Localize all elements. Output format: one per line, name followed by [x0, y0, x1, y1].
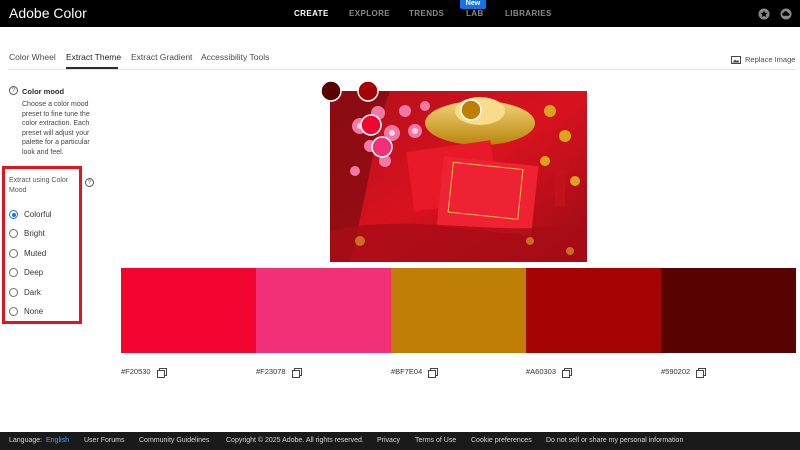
swatch-4[interactable]	[526, 268, 661, 353]
tab-extract-theme[interactable]: Extract Theme	[66, 52, 121, 62]
radio-dark[interactable]	[9, 288, 18, 297]
radio-none[interactable]	[9, 307, 18, 316]
tab-color-wheel[interactable]: Color Wheel	[9, 52, 56, 62]
color-mood-description: Choose a color mood preset to fine tune …	[22, 101, 90, 156]
copy-icon[interactable]	[291, 367, 302, 378]
radio-deep[interactable]	[9, 268, 18, 277]
picker-red[interactable]	[360, 114, 382, 136]
mood-option-colorful[interactable]: Colorful	[9, 210, 52, 219]
extract-mood-help-icon[interactable]: ?	[85, 178, 94, 187]
replace-image-label: Replace Image	[745, 55, 796, 64]
copy-icon[interactable]	[696, 367, 707, 378]
nav-libraries[interactable]: LIBRARIES	[505, 9, 552, 18]
swatch-3[interactable]	[391, 268, 526, 353]
mood-option-none[interactable]: None	[9, 307, 43, 316]
copy-icon[interactable]	[156, 367, 167, 378]
tab-extract-gradient[interactable]: Extract Gradient	[131, 52, 192, 62]
language-select[interactable]: English	[46, 437, 69, 444]
mood-option-label: Deep	[24, 268, 44, 277]
nav-explore[interactable]: EXPLORE	[349, 9, 390, 18]
language-label: Language:	[9, 437, 43, 444]
nav-lab[interactable]: LAB	[466, 9, 484, 18]
mood-option-deep[interactable]: Deep	[9, 268, 43, 277]
nav-create[interactable]: CREATE	[294, 9, 329, 18]
footer-terms[interactable]: Terms of Use	[415, 437, 456, 444]
hex-value[interactable]: #A60303	[526, 367, 556, 376]
mood-option-muted[interactable]: Muted	[9, 249, 46, 258]
hex-code-5: #590202	[661, 367, 707, 378]
swatch-1[interactable]	[121, 268, 256, 353]
footer-do-not-sell[interactable]: Do not sell or share my personal informa…	[546, 437, 683, 444]
hex-value[interactable]: #BF7E04	[391, 367, 422, 376]
mood-option-label: Colorful	[24, 210, 52, 219]
replace-image-button[interactable]: Replace Image	[731, 55, 795, 64]
image-icon	[731, 55, 741, 64]
hex-code-1: #F20530	[121, 367, 167, 378]
nav-trends[interactable]: TRENDS	[409, 9, 444, 18]
mood-option-bright[interactable]: Bright	[9, 229, 45, 238]
picker-pink[interactable]	[371, 136, 393, 158]
palette-swatches	[121, 268, 796, 353]
radio-colorful[interactable]	[9, 210, 18, 219]
footer-cookie-preferences[interactable]: Cookie preferences	[471, 437, 532, 444]
app-title[interactable]: Adobe Color	[9, 5, 87, 21]
picker-gold[interactable]	[460, 99, 482, 121]
swatch-5[interactable]	[661, 268, 796, 353]
mood-option-label: None	[24, 307, 44, 316]
tabs-divider	[8, 69, 795, 70]
extract-mood-label: Extract using Color Mood	[9, 177, 69, 194]
hex-code-3: #BF7E04	[391, 367, 439, 378]
copy-icon[interactable]	[428, 367, 439, 378]
radio-muted[interactable]	[9, 249, 18, 258]
picker-dark[interactable]	[320, 80, 342, 102]
hex-code-2: #F23078	[256, 367, 302, 378]
color-picker-overlay	[320, 80, 482, 158]
mood-option-label: Bright	[24, 229, 45, 238]
hex-value[interactable]: #F20530	[121, 367, 151, 376]
star-icon[interactable]	[758, 8, 770, 20]
tab-accessibility-tools[interactable]: Accessibility Tools	[201, 52, 269, 62]
footer: Language: English User Forums Community …	[0, 432, 800, 450]
mood-option-label: Muted	[24, 249, 47, 258]
creative-cloud-icon[interactable]	[780, 8, 792, 20]
mood-option-dark[interactable]: Dark	[9, 288, 41, 297]
radio-bright[interactable]	[9, 229, 18, 238]
hex-value[interactable]: #590202	[661, 367, 690, 376]
copy-icon[interactable]	[562, 367, 573, 378]
hex-value[interactable]: #F23078	[256, 367, 286, 376]
swatch-2[interactable]	[256, 268, 391, 353]
hex-code-4: #A60303	[526, 367, 573, 378]
footer-privacy[interactable]: Privacy	[377, 437, 400, 444]
help-icon[interactable]: ?	[9, 86, 18, 95]
color-mood-title: Color mood	[22, 87, 65, 96]
footer-community-guidelines[interactable]: Community Guidelines	[139, 437, 209, 444]
footer-user-forums[interactable]: User Forums	[84, 437, 124, 444]
mood-option-label: Dark	[24, 288, 41, 297]
lab-new-badge: New	[460, 0, 486, 9]
top-bar: Adobe Color CREATE EXPLORE TRENDS New LA…	[0, 0, 800, 27]
picker-deep-red[interactable]	[357, 80, 379, 102]
footer-copyright: Copyright © 2025 Adobe. All rights reser…	[226, 437, 364, 444]
